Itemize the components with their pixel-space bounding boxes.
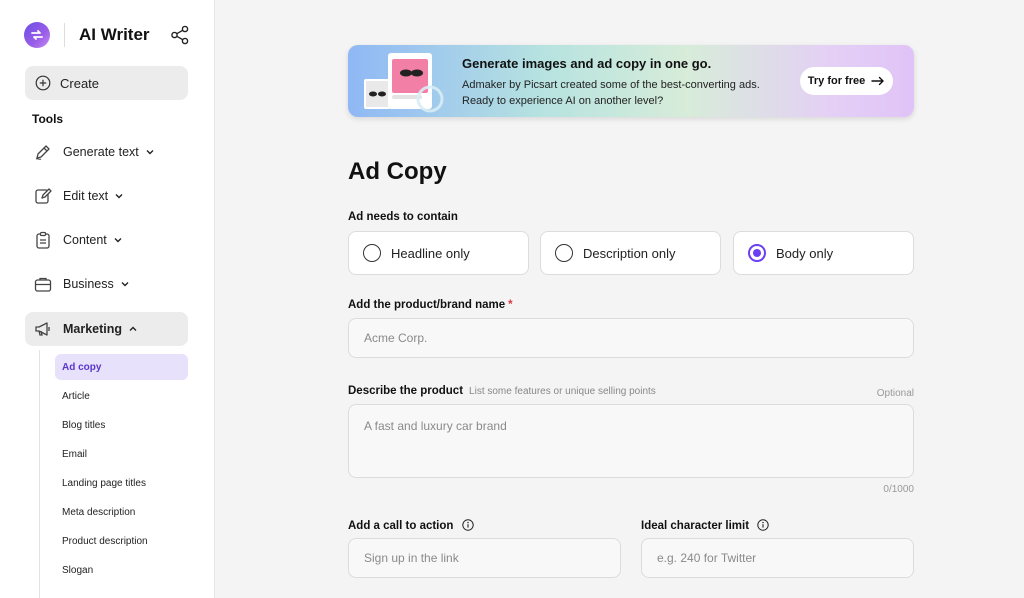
cta-label: Add a call to action	[348, 519, 474, 532]
optional-tag: Optional	[876, 388, 914, 399]
cta-placeholder: Sign up in the link	[364, 551, 459, 565]
sidebar-item-label: Marketing	[63, 322, 123, 336]
try-for-free-button[interactable]: Try for free	[800, 67, 893, 95]
brand-name-input[interactable]: Acme Corp.	[348, 318, 914, 358]
chevron-up-icon	[129, 326, 137, 331]
character-limit-label-text: Ideal character limit	[641, 520, 750, 532]
brand-name-label-text: Add the product/brand name	[348, 299, 506, 311]
sidebar-item-content[interactable]: Content	[25, 223, 188, 257]
info-icon[interactable]	[757, 519, 769, 531]
submenu-guide-line	[39, 350, 40, 598]
sidebar-item-business[interactable]: Business	[25, 267, 188, 301]
chevron-down-icon	[146, 150, 154, 155]
cta-label-text: Add a call to action	[348, 520, 454, 532]
describe-hint: List some features or unique selling poi…	[469, 386, 656, 397]
megaphone-icon	[33, 319, 53, 339]
radio-label: Description only	[583, 245, 676, 261]
sidebar-item-label: Content	[63, 233, 107, 247]
pen-icon	[33, 142, 53, 162]
sidebar-item-label: Business	[63, 277, 114, 291]
brand-divider	[64, 23, 65, 47]
sidebar-item-generate-text[interactable]: Generate text	[25, 135, 188, 169]
describe-label: Describe the product List some features o…	[348, 385, 656, 397]
create-button[interactable]: Create	[25, 66, 188, 100]
required-marker: *	[508, 299, 513, 311]
chevron-down-icon	[115, 194, 123, 199]
submenu-item-meta-description[interactable]: Meta description	[55, 499, 188, 525]
radio-body-only[interactable]: Body only	[733, 231, 914, 275]
contain-label: Ad needs to contain	[348, 211, 458, 223]
tools-heading: Tools	[32, 112, 64, 126]
character-limit-placeholder: e.g. 240 for Twitter	[657, 551, 757, 565]
chevron-down-icon	[121, 282, 129, 287]
submenu-item-product-description[interactable]: Product description	[55, 528, 188, 554]
clipboard-icon	[33, 230, 53, 250]
create-label: Create	[60, 75, 100, 91]
describe-label-text: Describe the product	[348, 385, 464, 397]
submenu-item-landing-page-titles[interactable]: Landing page titles	[55, 470, 188, 496]
banner-title: Generate images and ad copy in one go.	[462, 56, 712, 71]
info-icon[interactable]	[461, 519, 474, 531]
radio-circle	[555, 244, 573, 262]
arrow-right-icon	[871, 76, 884, 86]
edit-icon	[33, 186, 53, 206]
sidebar-item-marketing[interactable]: Marketing	[25, 312, 188, 346]
plus-circle-icon	[35, 75, 51, 91]
briefcase-icon	[33, 274, 53, 294]
radio-circle	[363, 244, 381, 262]
share-icon[interactable]	[169, 24, 191, 46]
submenu-item-slogan[interactable]: Slogan	[55, 557, 188, 583]
submenu-item-blog-titles[interactable]: Blog titles	[55, 412, 188, 438]
character-limit-label: Ideal character limit	[641, 519, 769, 532]
admaker-preview-image	[364, 53, 444, 113]
brand-name-label: Add the product/brand name *	[348, 299, 513, 311]
radio-headline-only[interactable]: Headline only	[348, 231, 529, 275]
radio-circle-selected	[748, 244, 766, 262]
sidebar-item-label: Generate text	[63, 145, 139, 159]
brand-name-placeholder: Acme Corp.	[364, 331, 428, 345]
try-for-free-label: Try for free	[807, 75, 866, 87]
submenu-item-ad-copy[interactable]: Ad copy	[55, 354, 188, 380]
chevron-down-icon	[114, 238, 122, 243]
describe-placeholder: A fast and luxury car brand	[364, 419, 507, 433]
submenu-item-email[interactable]: Email	[55, 441, 188, 467]
radio-description-only[interactable]: Description only	[540, 231, 721, 275]
character-counter: 0/1000	[883, 484, 914, 495]
app-title: AI Writer	[79, 25, 150, 44]
describe-textarea[interactable]: A fast and luxury car brand	[348, 404, 914, 478]
sidebar-item-edit-text[interactable]: Edit text	[25, 179, 188, 213]
radio-label: Headline only	[391, 245, 470, 261]
cta-input[interactable]: Sign up in the link	[348, 538, 621, 578]
sidebar: AI Writer Create Tools Generate text Edi…	[0, 0, 215, 598]
banner-text: Admaker by Picsart created some of the b…	[462, 79, 760, 107]
page-title: Ad Copy	[348, 158, 447, 185]
character-limit-input[interactable]: e.g. 240 for Twitter	[641, 538, 914, 578]
ai-writer-logo-icon[interactable]	[24, 22, 50, 48]
sidebar-item-label: Edit text	[63, 189, 109, 203]
radio-label: Body only	[776, 245, 834, 261]
submenu-item-article[interactable]: Article	[55, 383, 188, 409]
promo-banner: Generate images and ad copy in one go. A…	[348, 45, 914, 117]
brand: AI Writer	[24, 20, 194, 50]
